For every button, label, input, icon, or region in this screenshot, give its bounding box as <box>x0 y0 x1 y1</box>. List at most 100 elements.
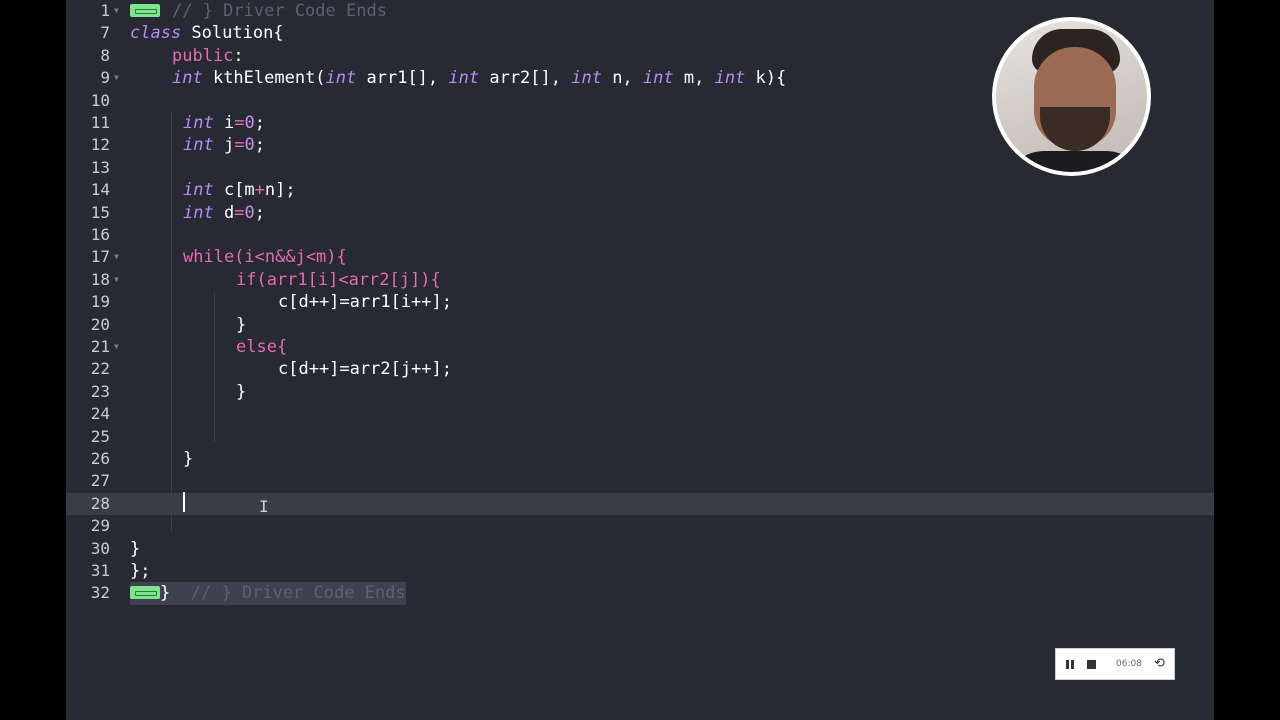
comment: // } Driver Code Ends <box>172 1 387 21</box>
keyword: int <box>642 68 674 89</box>
number-literal: 0 <box>244 135 255 156</box>
fold-arrow-icon[interactable]: ▼ <box>114 336 119 358</box>
line-number: 18 <box>90 269 110 289</box>
line-number: 11 <box>90 113 110 132</box>
code-line-15: 15 int d=0; <box>66 202 1214 224</box>
keyword: int <box>571 68 602 89</box>
code-line-27: 27 <box>66 470 1214 492</box>
line-number: 17 <box>90 247 110 267</box>
keyword: int <box>714 68 746 89</box>
code-text: c[m <box>213 180 255 201</box>
line-number: 16 <box>90 225 110 244</box>
operator: + <box>254 180 265 201</box>
code-text: if(arr1[i]<arr2[j]){ <box>236 269 441 290</box>
line-number: 8 <box>100 45 110 65</box>
code-text: n, <box>601 68 643 89</box>
line-number: 22 <box>90 359 110 379</box>
fold-arrow-icon[interactable]: ▼ <box>114 246 119 268</box>
code-text: arr2[], <box>479 68 572 89</box>
keyword: int <box>448 68 480 89</box>
code-line-29: 29 <box>66 515 1214 537</box>
line-number: 30 <box>90 538 110 558</box>
folded-code-badge-icon[interactable] <box>130 3 160 17</box>
code-text: ; <box>254 113 265 133</box>
webcam-beard <box>1040 107 1110 151</box>
code-line-23: 23 } <box>66 381 1214 403</box>
code-line-21: 21 ▼ else{ <box>66 336 1214 358</box>
number-literal: 0 <box>244 113 255 133</box>
code-text: c[d++]=arr1[i++]; <box>278 292 452 313</box>
code-line-20: 20 } <box>66 314 1214 336</box>
code-line-1: 1 ▼ // } Driver Code Ends <box>66 0 1214 22</box>
code-text: k){ <box>745 68 787 89</box>
recording-timer: 06:08 <box>1116 659 1142 669</box>
line-number: 14 <box>90 180 110 200</box>
webcam-overlay <box>992 17 1151 176</box>
code-line-32: 32 } // } Driver Code Ends <box>66 582 1214 605</box>
code-text: i <box>213 113 235 133</box>
line-number: 26 <box>90 449 110 468</box>
code-text: Solution{ <box>181 23 284 44</box>
code-line-28-active[interactable]: 28 <box>66 492 1214 516</box>
code-line-14: 14 int c[m+n]; <box>66 179 1214 201</box>
code-text: } <box>236 314 247 335</box>
pause-icon[interactable] <box>1066 660 1074 669</box>
keyword: int <box>183 113 214 133</box>
keyword: public <box>172 45 234 66</box>
fold-arrow-icon[interactable]: ▼ <box>114 0 119 22</box>
keyword: int <box>172 68 203 89</box>
code-text: j <box>213 135 235 156</box>
code-text: : <box>233 45 244 66</box>
code-text: m, <box>673 68 715 89</box>
code-text: n]; <box>264 180 296 201</box>
folded-code-badge-icon[interactable] <box>130 585 160 599</box>
recording-controls: 06:08 ⟲ <box>1055 648 1175 680</box>
comment: // } Driver Code Ends <box>190 583 406 604</box>
fold-arrow-icon[interactable]: ▼ <box>114 67 119 89</box>
stop-icon[interactable] <box>1087 660 1096 669</box>
keyword: class <box>130 23 182 44</box>
code-text: while(i<n&&j<m){ <box>183 247 347 268</box>
line-number: 19 <box>90 292 110 312</box>
line-number: 31 <box>90 561 110 580</box>
mouse-ibeam-icon: I <box>259 497 269 516</box>
line-number: 7 <box>100 23 110 43</box>
restart-icon[interactable]: ⟲ <box>1154 656 1165 672</box>
line-number: 25 <box>90 426 110 446</box>
line-number: 10 <box>90 90 110 110</box>
text-cursor <box>183 492 185 512</box>
code-text: else{ <box>236 337 288 357</box>
code-text: }; <box>130 561 151 581</box>
line-number: 12 <box>90 135 110 155</box>
code-text: ; <box>254 202 265 223</box>
code-line-25: 25 <box>66 426 1214 448</box>
number-literal: 0 <box>244 202 255 223</box>
line-number: 23 <box>90 381 110 401</box>
code-text: arr1[], <box>356 68 449 89</box>
keyword: int <box>325 68 357 89</box>
keyword: int <box>183 202 214 223</box>
operator: = <box>234 202 245 223</box>
fold-arrow-icon[interactable]: ▼ <box>114 269 119 291</box>
operator: = <box>234 135 245 156</box>
code-text: ; <box>254 135 265 156</box>
keyword: int <box>183 135 214 156</box>
code-line-18: 18 ▼ if(arr1[i]<arr2[j]){ <box>66 269 1214 291</box>
code-line-16: 16 <box>66 224 1214 246</box>
code-line-30: 30 } <box>66 538 1214 560</box>
code-line-17: 17 ▼ while(i<n&&j<m){ <box>66 246 1214 268</box>
code-text: } <box>130 538 141 559</box>
code-text: } <box>160 583 171 604</box>
line-number: 9 <box>100 68 110 88</box>
line-number: 15 <box>90 202 110 222</box>
line-number: 1 <box>100 1 110 20</box>
selected-code: } // } Driver Code Ends <box>130 582 406 605</box>
line-number: 32 <box>90 583 110 603</box>
line-number: 27 <box>90 471 110 491</box>
line-number: 28 <box>90 493 110 513</box>
code-text: } <box>236 381 247 402</box>
code-text: d <box>213 202 235 223</box>
code-text: kthElement( <box>202 68 326 89</box>
code-line-26: 26 } <box>66 448 1214 470</box>
line-number: 21 <box>90 337 110 356</box>
